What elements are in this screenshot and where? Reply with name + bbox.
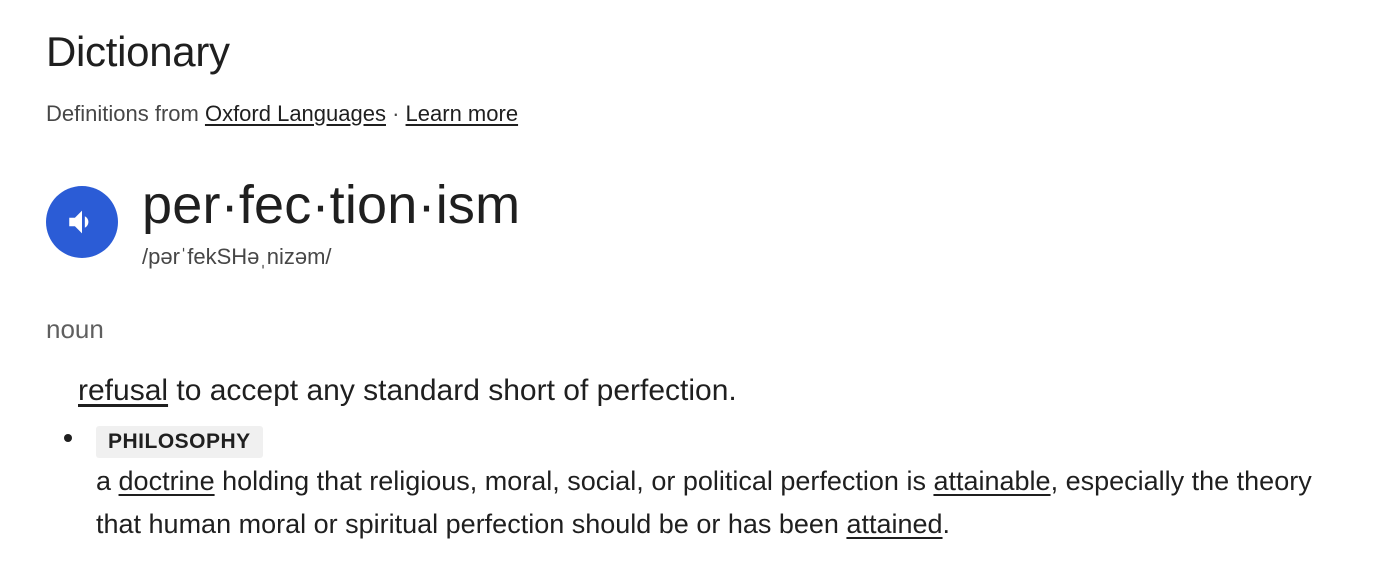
part-of-speech: noun	[46, 314, 104, 344]
dictionary-panel: Dictionary Definitions from Oxford Langu…	[46, 0, 1346, 572]
doctrine-link[interactable]: doctrine	[119, 466, 215, 496]
refusal-link[interactable]: refusal	[78, 374, 168, 407]
source-separator: ·	[385, 101, 406, 126]
sense-1-text: to accept any standard short of perfecti…	[168, 374, 737, 407]
pronunciation-audio-button[interactable]	[46, 186, 118, 258]
learn-more-link[interactable]: Learn more	[406, 101, 519, 126]
definitions-source-line: Definitions from Oxford Languages · Lear…	[46, 99, 518, 129]
source-prefix: Definitions from	[46, 101, 205, 126]
sense-2-text-a: a	[96, 466, 119, 496]
sense-2-bullet	[64, 434, 72, 442]
sense-2-text-d: .	[942, 509, 951, 539]
phonetic-spelling: /pərˈfekSHəˌnizəm/	[142, 244, 332, 269]
domain-badge: PHILOSOPHY	[96, 426, 263, 458]
sense-2-text-b: holding that religious, moral, social, o…	[214, 466, 934, 496]
attainable-link[interactable]: attainable	[933, 466, 1050, 496]
definition-sense-2: a doctrine holding that religious, moral…	[96, 460, 1326, 546]
dictionary-title: Dictionary	[46, 28, 230, 75]
definition-sense-1: refusal to accept any standard short of …	[78, 372, 737, 410]
oxford-languages-link[interactable]: Oxford Languages	[205, 101, 386, 126]
attained-link[interactable]: attained	[846, 509, 942, 539]
speaker-icon	[69, 210, 89, 234]
headword: per·fec·tion·ism	[142, 175, 521, 235]
